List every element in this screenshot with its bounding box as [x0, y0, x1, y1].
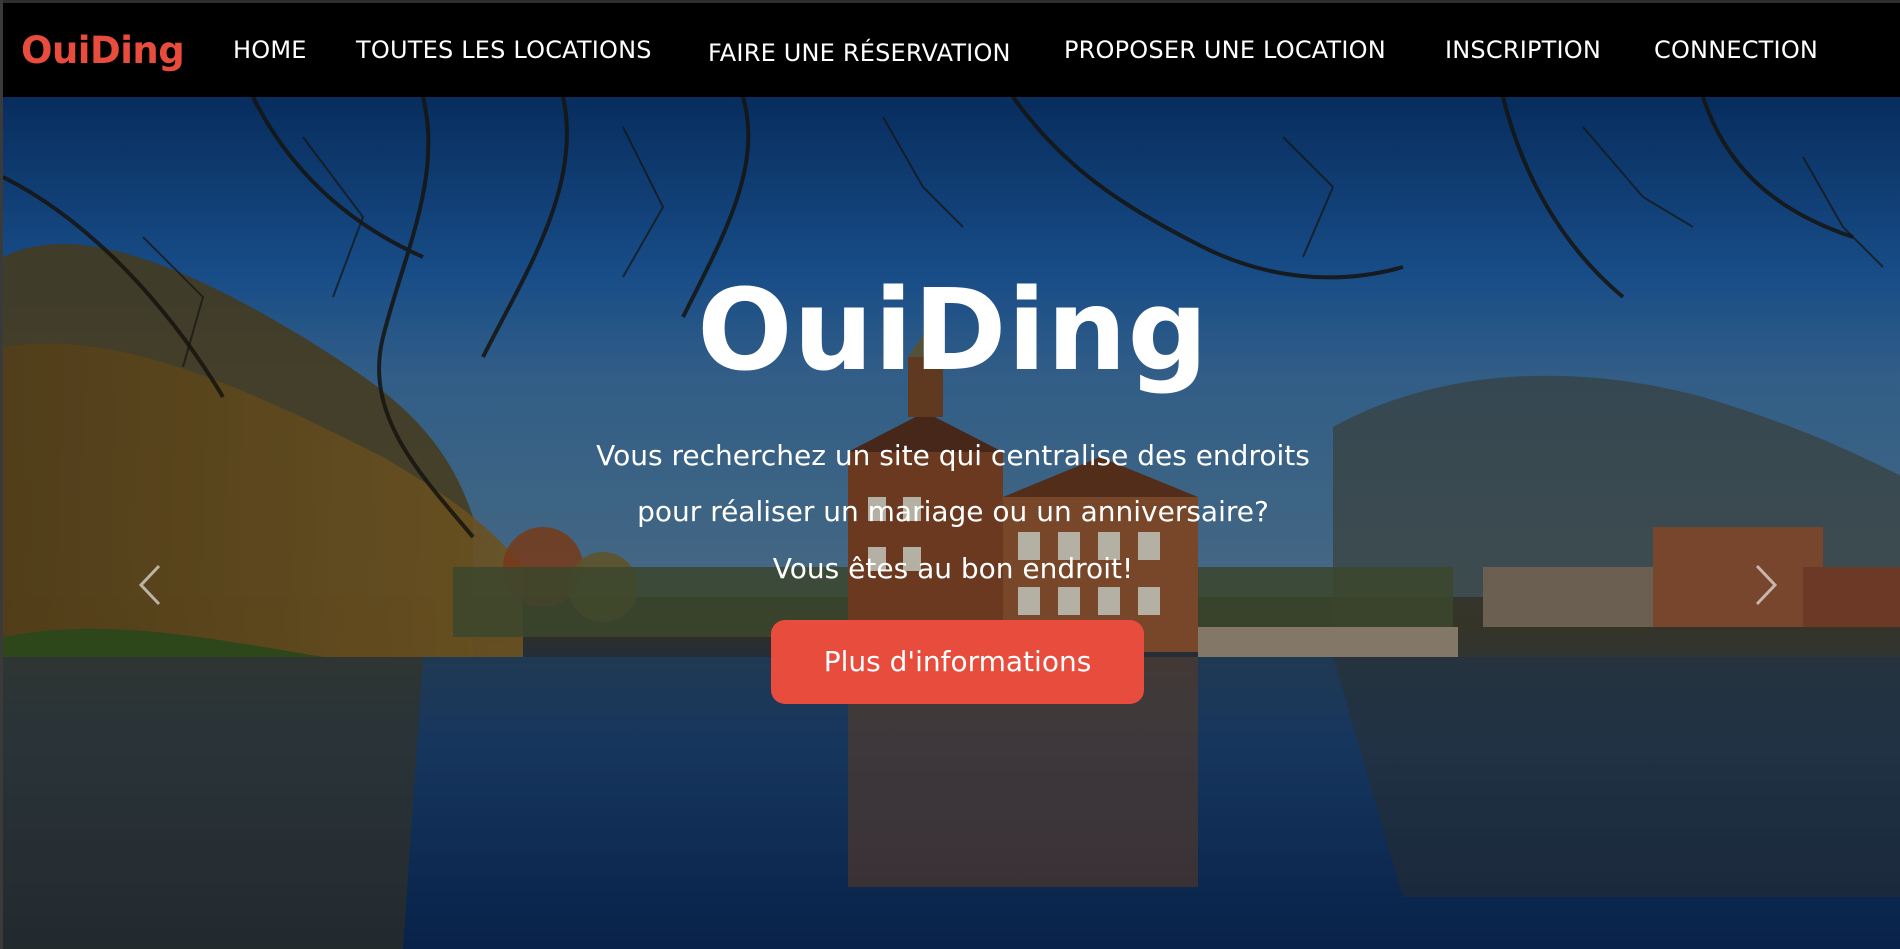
hero-carousel: OuiDing Vous recherchez un site qui cent… — [3, 97, 1900, 949]
more-info-button[interactable]: Plus d'informations — [771, 620, 1144, 704]
carousel-next-button[interactable] — [1745, 560, 1785, 610]
nav-link-home[interactable]: HOME — [233, 36, 307, 64]
nav-link-proposer-une-location[interactable]: PROPOSER UNE LOCATION — [1064, 36, 1386, 64]
hero-title: OuiDing — [697, 266, 1209, 396]
nav-link-inscription[interactable]: INSCRIPTION — [1445, 36, 1601, 64]
hero-subtitle-line-3: Vous êtes au bon endroit! — [772, 552, 1134, 585]
nav-link-faire-une-reservation[interactable]: FAIRE UNE RÉSERVATION — [708, 39, 1011, 67]
carousel-prev-button[interactable] — [131, 560, 171, 610]
page: OuiDing HOME TOUTES LES LOCATIONS FAIRE … — [0, 0, 1900, 949]
brand-logo[interactable]: OuiDing — [21, 29, 185, 72]
chevron-left-icon — [138, 564, 161, 606]
nav-link-toutes-les-locations[interactable]: TOUTES LES LOCATIONS — [356, 36, 652, 64]
nav-link-connection[interactable]: CONNECTION — [1654, 36, 1818, 64]
chevron-right-icon — [1755, 564, 1778, 606]
hero-subtitle-line-1: Vous recherchez un site qui centralise d… — [596, 439, 1310, 472]
navbar: OuiDing HOME TOUTES LES LOCATIONS FAIRE … — [3, 0, 1900, 97]
hero-subtitle-line-2: pour réaliser un mariage ou un anniversa… — [637, 495, 1269, 528]
